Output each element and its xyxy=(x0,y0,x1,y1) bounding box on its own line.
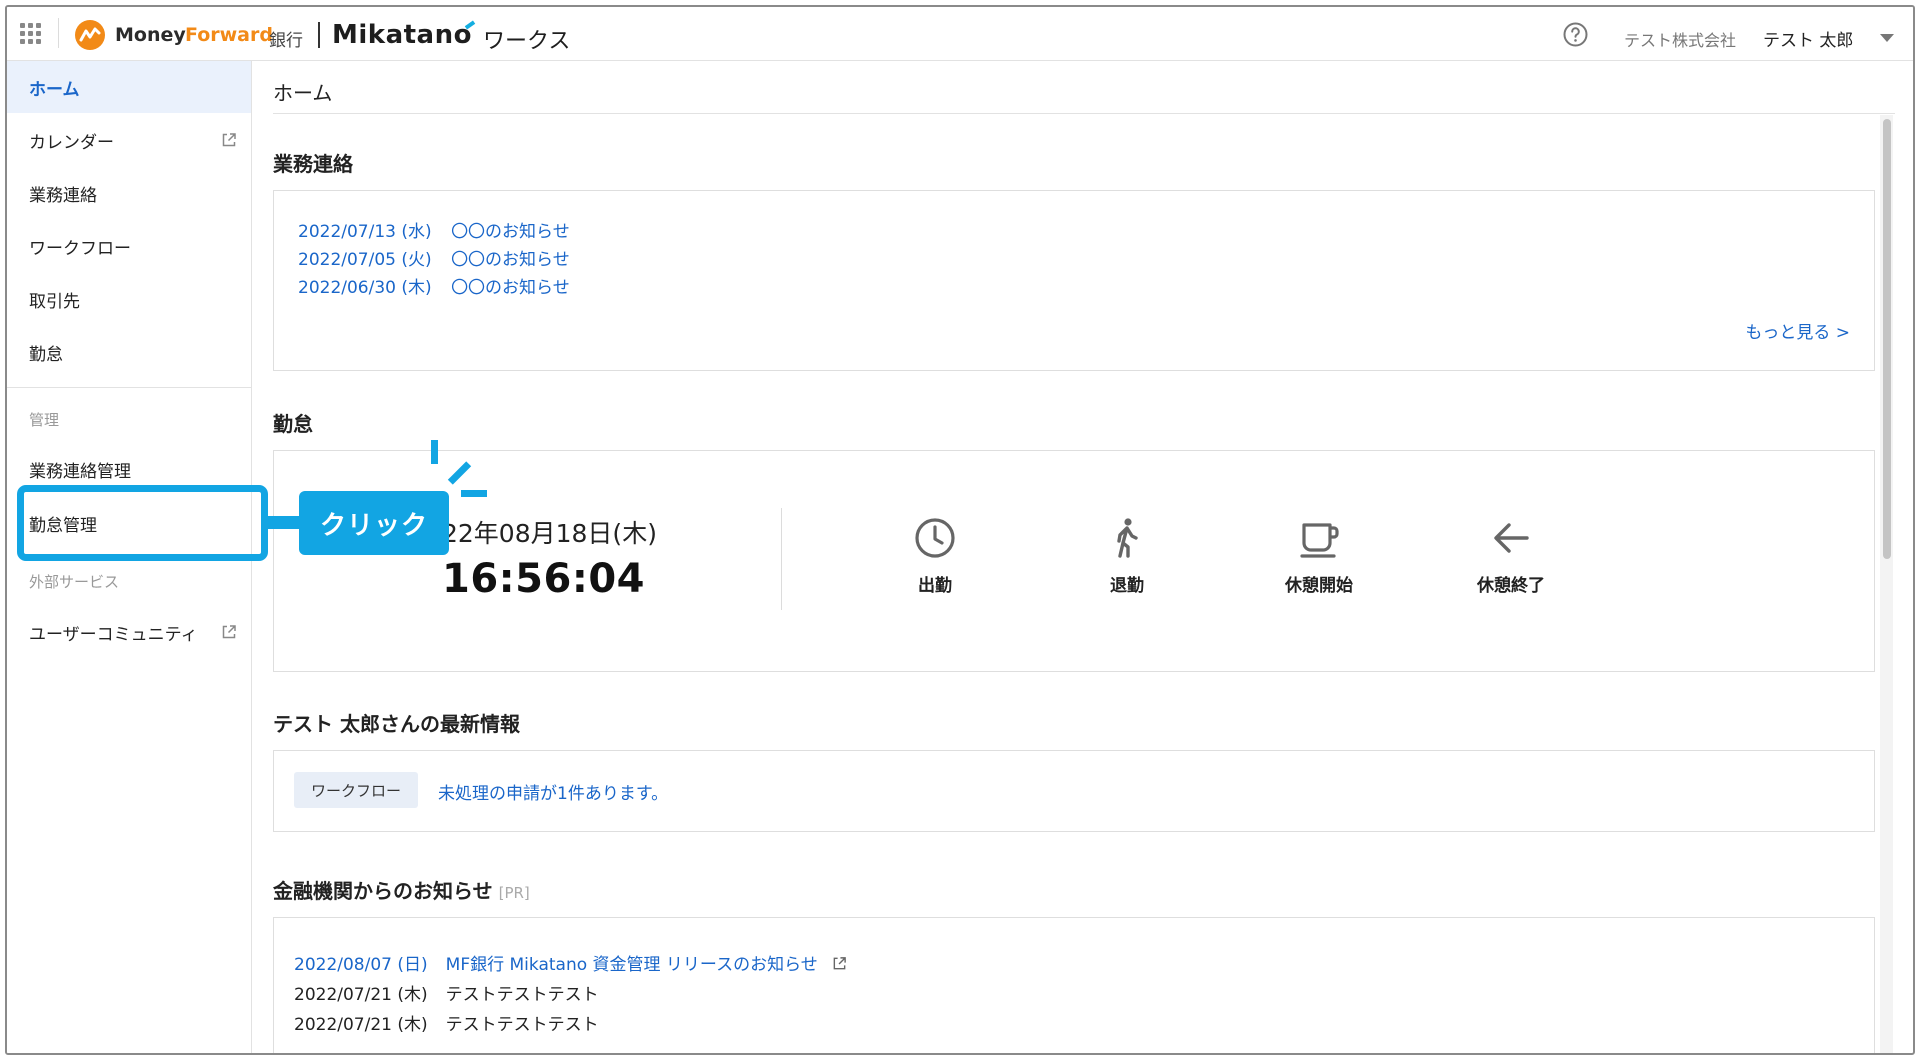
clock-out-button[interactable]: 退勤 xyxy=(1062,511,1192,601)
sidebar-item-home[interactable]: ホーム xyxy=(7,61,251,113)
notices-panel: 2022/07/13 (水) 〇〇のお知らせ 2022/07/05 (火) 〇〇… xyxy=(273,190,1875,371)
app-window: Money Forward 銀行 Mikatano ワークス テスト株式会社 テ… xyxy=(5,5,1915,1055)
top-bar: Money Forward 銀行 Mikatano ワークス テスト株式会社 テ… xyxy=(7,7,1913,61)
brand-forward: Forward xyxy=(185,24,273,46)
walk-icon xyxy=(1117,518,1138,558)
pr-tag: [PR] xyxy=(498,884,530,902)
notice-item[interactable]: 2022/07/13 (水) 〇〇のお知らせ xyxy=(298,217,570,242)
sidebar-item-label: ワークフロー xyxy=(29,238,131,259)
sidebar-item-user-community[interactable]: ユーザーコミュニティ xyxy=(7,606,251,658)
finance-news-date: 2022/07/21 (木) xyxy=(294,1015,428,1035)
break-end-button[interactable]: 休憩終了 xyxy=(1446,511,1576,601)
sidebar-item-label: カレンダー xyxy=(29,132,114,153)
latest-info-title: テスト 太郎さんの最新情報 xyxy=(273,712,520,736)
arrow-left-icon xyxy=(1494,523,1529,553)
clock-in-button[interactable]: 出勤 xyxy=(870,511,1000,601)
sidebar-item-attendance[interactable]: 勤怠 xyxy=(7,326,251,378)
finance-news-item: 2022/07/21 (木) テストテストテスト xyxy=(294,1010,599,1035)
sidebar-item-calendar[interactable]: カレンダー xyxy=(7,114,251,166)
sidebar-item-label: 取引先 xyxy=(29,291,80,312)
click-callout: クリック xyxy=(299,491,449,555)
attendance-date: 22年08月18日(木) xyxy=(442,519,657,548)
finance-news-title[interactable]: MF銀行 Mikatano 資金管理 リリースのお知らせ xyxy=(446,955,818,975)
brand-mikatano[interactable]: Mikatano xyxy=(332,20,472,50)
sidebar-item-label: 業務連絡管理 xyxy=(29,461,131,482)
sidebar-item-label: 業務連絡 xyxy=(29,185,97,206)
click-highlight-box xyxy=(17,485,268,561)
coffee-icon xyxy=(1300,523,1339,558)
sidebar-item-workflow[interactable]: ワークフロー xyxy=(7,220,251,272)
app-grid-icon[interactable] xyxy=(20,23,41,44)
brand-bank: 銀行 xyxy=(269,31,303,51)
finance-news-title: 金融機関からのお知らせ [PR] xyxy=(273,875,530,904)
divider xyxy=(58,18,59,48)
brand-works: ワークス xyxy=(483,29,571,54)
help-icon[interactable] xyxy=(1563,22,1588,47)
workflow-chip[interactable]: ワークフロー xyxy=(294,772,418,808)
sidebar-item-label: ユーザーコミュニティ xyxy=(29,624,198,645)
sidebar-section-admin: 管理 xyxy=(29,411,60,429)
finance-news-item[interactable]: 2022/08/07 (日) MF銀行 Mikatano 資金管理 リリースのお知… xyxy=(294,950,847,975)
break-end-label: 休憩終了 xyxy=(1477,576,1545,596)
notice-item[interactable]: 2022/07/05 (火) 〇〇のお知らせ xyxy=(298,245,570,270)
callout-connector xyxy=(265,516,301,529)
finance-news-title-text: 金融機関からのお知らせ xyxy=(273,879,493,903)
brand-money: Money xyxy=(115,24,186,46)
sidebar-item-notices[interactable]: 業務連絡 xyxy=(7,167,251,219)
logo-divider xyxy=(318,22,320,48)
attendance-panel: 22年08月18日(木) 16:56:04 出勤 退勤 休憩開始 休憩終了 xyxy=(273,450,1875,672)
company-name: テスト株式会社 xyxy=(1624,31,1737,50)
page-title: ホーム xyxy=(273,81,333,105)
pending-requests-link[interactable]: 未処理の申請が1件あります。 xyxy=(438,779,668,804)
clock-out-label: 退勤 xyxy=(1110,576,1144,596)
attendance-title: 勤怠 xyxy=(273,412,313,436)
sidebar-item-label: ホーム xyxy=(29,79,80,100)
chevron-down-icon[interactable] xyxy=(1880,34,1894,42)
sidebar-item-label: 勤怠 xyxy=(29,344,63,365)
break-start-button[interactable]: 休憩開始 xyxy=(1254,511,1384,601)
clock-in-label: 出勤 xyxy=(918,576,952,596)
notice-date: 2022/07/05 (火) xyxy=(298,250,432,270)
attendance-divider xyxy=(781,508,782,610)
finance-news-title: テストテストテスト xyxy=(445,1015,599,1035)
click-spark xyxy=(461,490,487,497)
user-name[interactable]: テスト 太郎 xyxy=(1763,26,1853,51)
finance-news-date: 2022/08/07 (日) xyxy=(294,955,428,975)
scrollbar-thumb[interactable] xyxy=(1883,119,1891,559)
notice-date: 2022/06/30 (木) xyxy=(298,278,432,298)
money-forward-logo-icon[interactable] xyxy=(74,19,106,51)
click-spark xyxy=(431,440,438,464)
external-link-icon xyxy=(222,133,236,147)
latest-info-panel: ワークフロー 未処理の申請が1件あります。 xyxy=(273,750,1875,832)
notices-title: 業務連絡 xyxy=(273,152,353,176)
finance-news-date: 2022/07/21 (木) xyxy=(294,985,428,1005)
sidebar-divider xyxy=(7,387,251,388)
sidebar-section-external: 外部サービス xyxy=(29,573,120,591)
attendance-clock: 16:56:04 xyxy=(442,556,645,602)
notice-item[interactable]: 2022/06/30 (木) 〇〇のお知らせ xyxy=(298,273,570,298)
finance-news-title: テストテストテスト xyxy=(445,985,599,1005)
finance-news-panel: 2022/08/07 (日) MF銀行 Mikatano 資金管理 リリースのお知… xyxy=(273,917,1875,1053)
sidebar-item-clients[interactable]: 取引先 xyxy=(7,273,251,325)
finance-news-item: 2022/07/21 (木) テストテストテスト xyxy=(294,980,599,1005)
notice-date: 2022/07/13 (水) xyxy=(298,222,432,242)
clock-icon xyxy=(915,518,955,558)
title-divider xyxy=(273,113,1895,114)
notice-title[interactable]: 〇〇のお知らせ xyxy=(451,250,570,270)
external-link-icon xyxy=(833,957,846,970)
notice-title[interactable]: 〇〇のお知らせ xyxy=(451,222,570,242)
break-start-label: 休憩開始 xyxy=(1285,576,1353,596)
external-link-icon xyxy=(222,625,236,639)
more-link[interactable]: もっと見る > xyxy=(1745,318,1850,343)
notice-title[interactable]: 〇〇のお知らせ xyxy=(451,278,570,298)
